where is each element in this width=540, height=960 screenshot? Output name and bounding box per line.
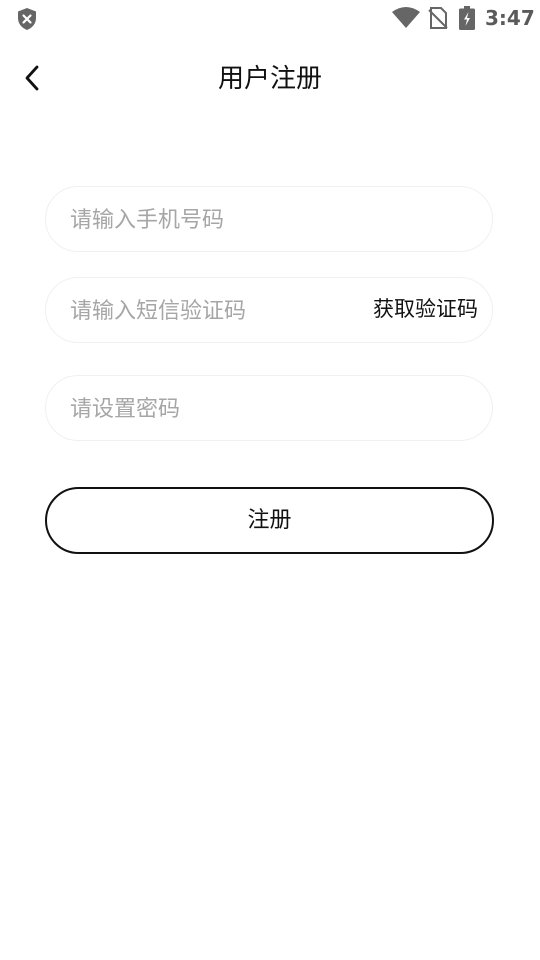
sms-code-input[interactable] xyxy=(68,278,352,344)
wifi-icon xyxy=(392,7,420,28)
sms-code-field: 获取验证码 xyxy=(45,277,493,344)
password-field xyxy=(45,375,493,442)
no-sim-icon xyxy=(428,7,448,29)
get-code-button[interactable]: 获取验证码 xyxy=(373,278,478,342)
shield-x-icon xyxy=(18,8,36,30)
register-button[interactable]: 注册 xyxy=(45,487,494,554)
phone-input[interactable] xyxy=(68,187,472,253)
status-bar: 3:47 xyxy=(0,0,540,36)
page-title: 用户注册 xyxy=(217,64,322,94)
status-time: 3:47 xyxy=(485,6,535,30)
phone-field xyxy=(45,186,493,253)
battery-charging-icon xyxy=(459,6,475,30)
password-input[interactable] xyxy=(68,376,472,442)
